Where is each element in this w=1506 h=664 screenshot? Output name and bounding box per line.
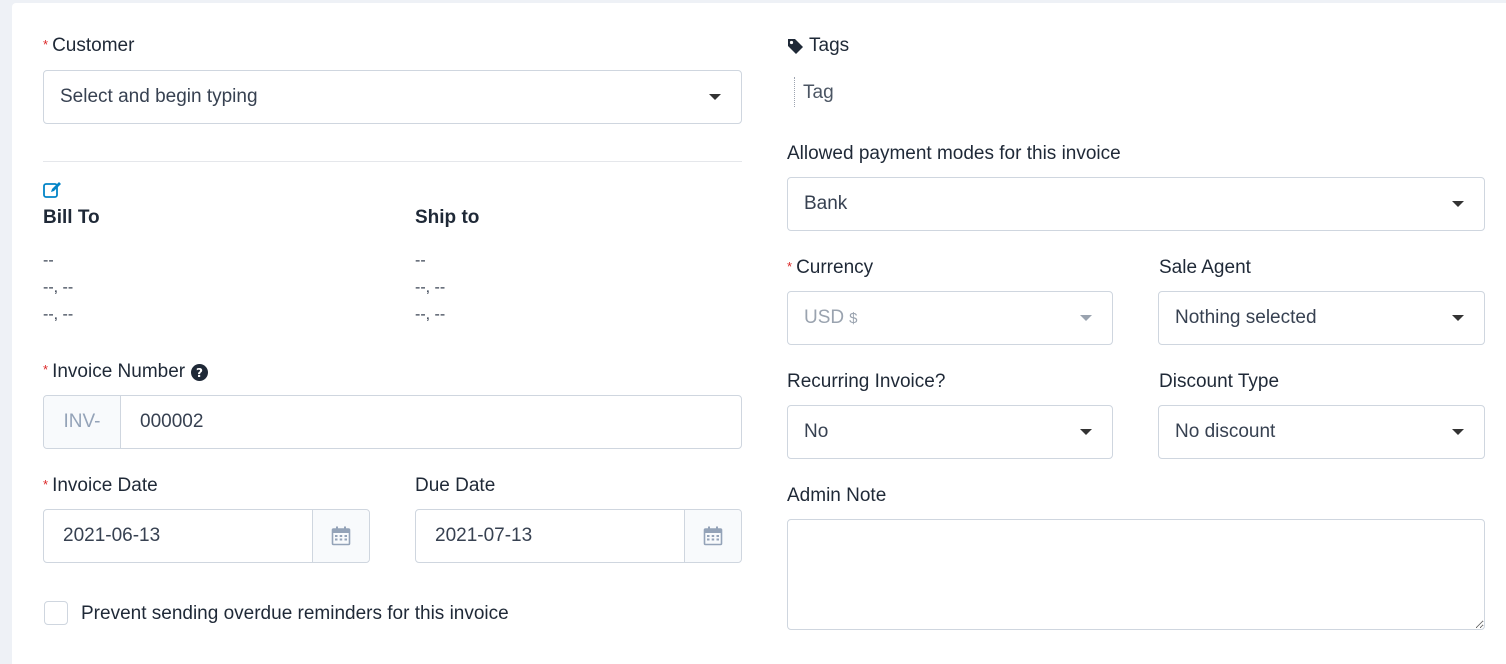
- discount-type-select[interactable]: No discount: [1158, 405, 1485, 459]
- sale-agent-select[interactable]: Nothing selected: [1158, 291, 1485, 345]
- currency-select[interactable]: USD $: [787, 291, 1113, 345]
- customer-label: * Customer: [43, 35, 134, 58]
- tag-icon: [787, 38, 804, 55]
- customer-label-text: Customer: [52, 35, 135, 56]
- ship-to-heading: Ship to: [415, 207, 480, 228]
- customer-select[interactable]: Select and begin typing: [43, 70, 742, 124]
- ship-to-line: --: [415, 252, 426, 269]
- invoice-prefix: INV-: [44, 396, 121, 448]
- chevron-down-icon: [1452, 315, 1464, 321]
- prevent-reminders-checkbox[interactable]: [44, 601, 68, 625]
- calendar-icon[interactable]: [684, 510, 741, 562]
- invoice-date-value: 2021-06-13: [63, 525, 161, 546]
- tags-label-text: Tags: [809, 35, 850, 56]
- payment-modes-label: Allowed payment modes for this invoice: [787, 143, 1121, 164]
- chevron-down-icon: [1452, 201, 1464, 207]
- bill-to-line: --, --: [43, 306, 74, 323]
- bill-to-line: --: [43, 252, 54, 269]
- recurring-value: No: [804, 421, 829, 442]
- recurring-select[interactable]: No: [787, 405, 1113, 459]
- ship-to-address: -- --, -- --, --: [415, 247, 445, 328]
- invoice-date-label: * Invoice Date: [43, 475, 158, 498]
- required-marker: *: [787, 259, 793, 274]
- chevron-down-icon: [1080, 429, 1092, 435]
- invoice-number-label: * Invoice Number ?: [43, 361, 209, 383]
- currency-label: * Currency: [787, 257, 873, 280]
- invoice-number-label-text: Invoice Number: [52, 361, 186, 382]
- required-marker: *: [43, 477, 49, 492]
- invoice-date-label-text: Invoice Date: [52, 475, 158, 496]
- sale-agent-value: Nothing selected: [1175, 307, 1317, 328]
- admin-note-label: Admin Note: [787, 485, 887, 506]
- discount-type-label: Discount Type: [1159, 371, 1280, 392]
- customer-select-placeholder: Select and begin typing: [60, 86, 258, 107]
- chevron-down-icon: [1080, 315, 1092, 321]
- sale-agent-label: Sale Agent: [1159, 257, 1251, 278]
- calendar-icon[interactable]: [312, 510, 369, 562]
- bill-to-line: --, --: [43, 279, 74, 296]
- tags-divider: [794, 77, 796, 107]
- recurring-label: Recurring Invoice?: [787, 371, 946, 392]
- currency-label-text: Currency: [796, 257, 874, 278]
- currency-symbol: $: [849, 309, 858, 327]
- due-date-input[interactable]: 2021-07-13: [415, 509, 742, 563]
- ship-to-line: --, --: [415, 279, 446, 296]
- invoice-date-input[interactable]: 2021-06-13: [43, 509, 370, 563]
- required-marker: *: [43, 362, 49, 377]
- edit-icon[interactable]: [43, 181, 63, 204]
- tags-input[interactable]: Tag: [803, 82, 834, 104]
- due-date-label: Due Date: [415, 475, 496, 496]
- bill-to-address: -- --, -- --, --: [43, 247, 73, 328]
- payment-modes-select[interactable]: Bank: [787, 177, 1485, 231]
- currency-value: USD: [804, 307, 845, 328]
- chevron-down-icon: [1452, 429, 1464, 435]
- payment-modes-value: Bank: [804, 193, 848, 214]
- tags-label: Tags: [787, 35, 849, 57]
- ship-to-line: --, --: [415, 306, 446, 323]
- question-circle-icon[interactable]: ?: [191, 363, 209, 381]
- invoice-number-value: 000002: [140, 411, 204, 432]
- required-marker: *: [43, 37, 49, 52]
- admin-note-textarea[interactable]: [787, 519, 1485, 630]
- bill-to-heading: Bill To: [43, 207, 100, 228]
- svg-text:?: ?: [196, 366, 203, 380]
- invoice-number-input[interactable]: INV- 000002: [43, 395, 742, 449]
- chevron-down-icon: [709, 94, 721, 100]
- divider: [43, 161, 742, 162]
- due-date-value: 2021-07-13: [435, 525, 533, 546]
- prevent-reminders-label[interactable]: Prevent sending overdue reminders for th…: [81, 603, 509, 625]
- discount-type-value: No discount: [1175, 421, 1276, 442]
